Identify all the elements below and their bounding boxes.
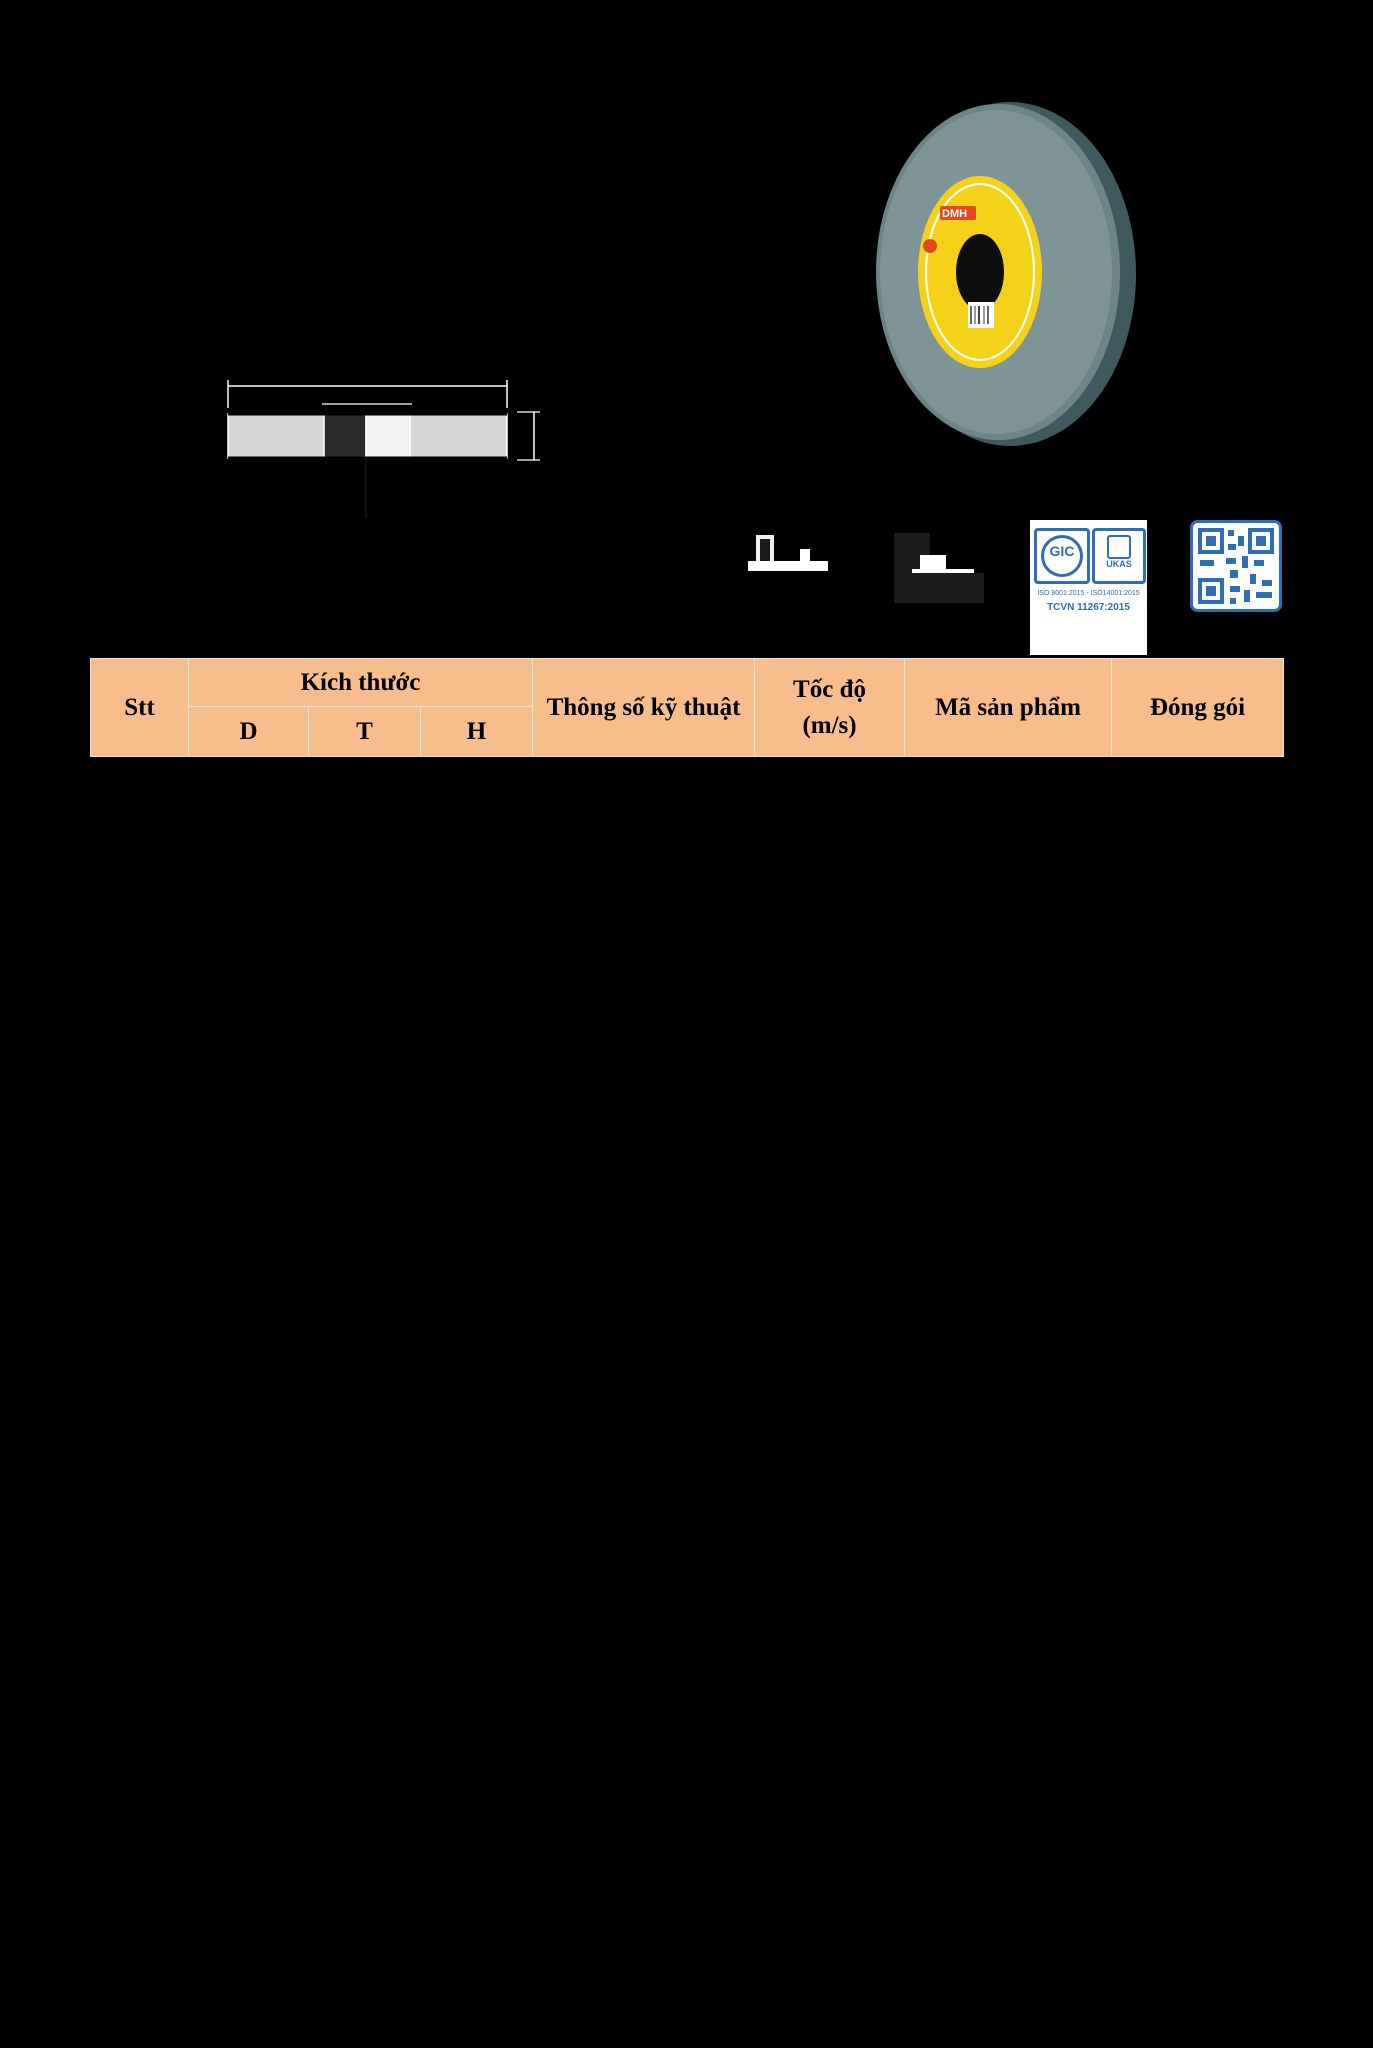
header-stt: Stt bbox=[90, 658, 189, 757]
gic-text: GIC bbox=[1049, 543, 1075, 559]
intro-description: Đá mài dạng T1 được sử dụng cho mục đích… bbox=[124, 81, 646, 215]
header-d: D bbox=[188, 706, 309, 757]
surface-grinder-icon bbox=[892, 525, 988, 657]
iso-text: ISO 9001:2015 - ISO14001:2015 bbox=[1037, 590, 1140, 597]
ukas-logo: UKAS bbox=[1092, 528, 1146, 584]
scan-band bbox=[258, 255, 833, 319]
header-toc-do-line2: (m/s) bbox=[802, 711, 857, 739]
header-h: H bbox=[419, 706, 534, 757]
spec-table: Stt Kích thước Thông số kỹ thuật Tốc độ … bbox=[90, 658, 1285, 757]
intro-title: Hạt cacbua silic xanh (GC). bbox=[124, 16, 414, 45]
header-toc-do: Tốc độ (m/s) bbox=[754, 658, 906, 757]
header-dong-goi: Đóng gói bbox=[1111, 658, 1285, 757]
header-thong-so: Thông số kỹ thuật bbox=[532, 658, 756, 757]
gic-logo: GIC bbox=[1034, 528, 1090, 584]
label-t: T bbox=[522, 426, 533, 446]
header-t: T bbox=[308, 706, 421, 757]
header-ma-san-pham: Mã sản phẩm bbox=[904, 658, 1113, 757]
label-h: H bbox=[350, 386, 363, 406]
grinding-wheel-photo: DMH bbox=[868, 96, 1138, 452]
header-kich-thuoc: Kích thước bbox=[187, 658, 534, 707]
wheel-dimension-diagram: D H T bbox=[222, 368, 552, 518]
tcvn-text: TCVN 11267:2015 bbox=[1047, 602, 1130, 613]
header-toc-do-line1: Tốc độ bbox=[793, 675, 866, 703]
label-d: D bbox=[368, 368, 381, 388]
ukas-text: UKAS bbox=[1106, 559, 1132, 569]
bench-grinder-icon bbox=[740, 525, 836, 657]
certification-badge-icon: GIC UKAS ISO 9001:2015 - ISO14001:2015 T… bbox=[1030, 520, 1147, 655]
qr-code-icon[interactable] bbox=[1190, 520, 1282, 612]
wheel-brand: DMH bbox=[942, 208, 967, 220]
